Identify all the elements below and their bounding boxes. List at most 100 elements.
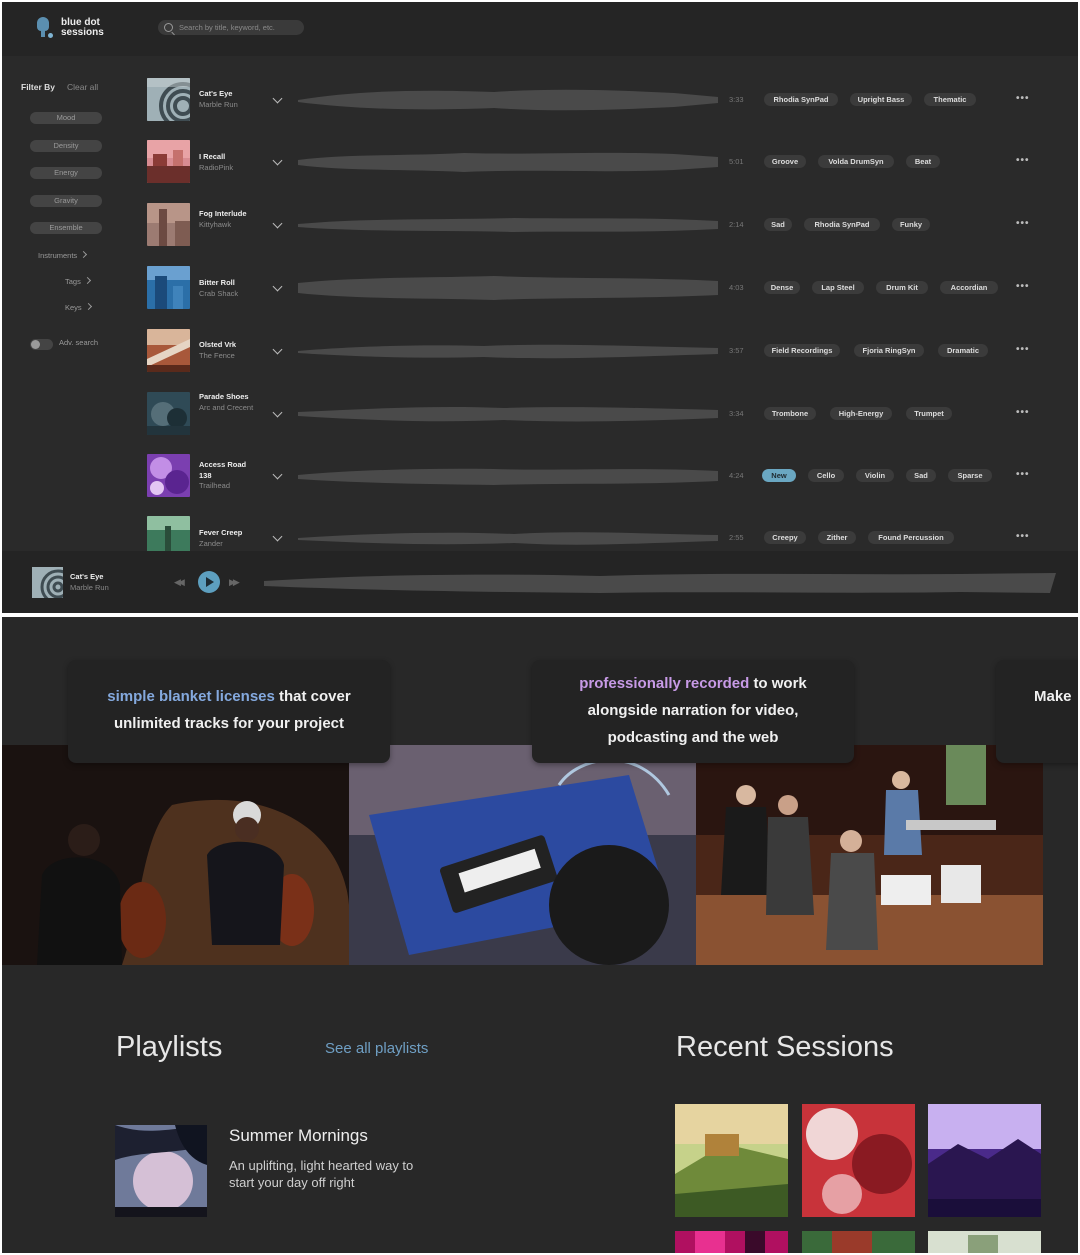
track-title[interactable]: I Recall: [199, 152, 259, 163]
session-cover[interactable]: [675, 1104, 788, 1217]
track-title[interactable]: Access Road 138: [199, 460, 259, 481]
track-artist[interactable]: Crab Shack: [199, 289, 259, 300]
track-artist[interactable]: Zander: [199, 539, 259, 550]
card-text: podcasting and the web: [607, 729, 779, 746]
waveform[interactable]: [294, 83, 720, 117]
tag-chip[interactable]: Dramatic: [938, 344, 988, 357]
playlist-cover[interactable]: [115, 1125, 207, 1217]
waveform[interactable]: [294, 145, 720, 179]
track-artist[interactable]: Kittyhawk: [199, 220, 259, 231]
chevron-down-icon[interactable]: [272, 531, 283, 542]
tag-chip[interactable]: Thematic: [924, 93, 976, 106]
waveform[interactable]: [294, 521, 720, 555]
tag-chip[interactable]: High-Energy: [830, 407, 892, 420]
tag-chip[interactable]: Groove: [764, 155, 806, 168]
chevron-down-icon[interactable]: [272, 469, 283, 480]
search-bar[interactable]: [158, 20, 304, 35]
tag-chip[interactable]: Lap Steel: [812, 281, 864, 294]
tag-chip[interactable]: Cello: [808, 469, 844, 482]
waveform[interactable]: [294, 334, 720, 368]
track-row[interactable]: Fog Interlude Kittyhawk 2:14 Sad Rhodia …: [2, 203, 1078, 263]
tag-chip[interactable]: Rhodia SynPad: [764, 93, 838, 106]
track-row[interactable]: Access Road 138 Trailhead 4:24 New Cello…: [2, 454, 1078, 514]
tag-chip[interactable]: Dense: [764, 281, 800, 294]
now-playing-artist[interactable]: Marble Run: [70, 583, 109, 592]
feature-card-recorded: professionally recorded to work alongsid…: [532, 660, 854, 763]
more-options-icon[interactable]: •••: [1016, 218, 1030, 229]
album-art: [147, 266, 190, 309]
session-cover[interactable]: [675, 1231, 788, 1253]
track-artist[interactable]: Trailhead: [199, 481, 259, 492]
tag-chip[interactable]: Rhodia SynPad: [804, 218, 880, 231]
track-title[interactable]: Parade Shoes: [199, 392, 259, 403]
tag-chip[interactable]: Field Recordings: [764, 344, 840, 357]
search-input[interactable]: [179, 23, 297, 32]
track-duration: 2:14: [729, 220, 744, 229]
tag-chip[interactable]: Drum Kit: [876, 281, 928, 294]
tag-chip[interactable]: Creepy: [764, 531, 806, 544]
chevron-down-icon[interactable]: [272, 281, 283, 292]
track-title[interactable]: Bitter Roll: [199, 278, 259, 289]
session-cover[interactable]: [802, 1231, 915, 1253]
card-text: Make: [1034, 688, 1072, 705]
more-options-icon[interactable]: •••: [1016, 531, 1030, 542]
track-title[interactable]: Cat's Eye: [199, 89, 259, 100]
see-all-playlists-link[interactable]: See all playlists: [325, 1040, 428, 1057]
tag-chip[interactable]: Zither: [818, 531, 856, 544]
tag-chip[interactable]: Volda DrumSyn: [818, 155, 894, 168]
more-options-icon[interactable]: •••: [1016, 93, 1030, 104]
tag-chip[interactable]: Trombone: [764, 407, 816, 420]
more-options-icon[interactable]: •••: [1016, 155, 1030, 166]
track-artist[interactable]: The Fence: [199, 351, 259, 362]
waveform[interactable]: [294, 208, 720, 242]
tag-chip[interactable]: Beat: [906, 155, 940, 168]
chevron-down-icon[interactable]: [272, 155, 283, 166]
session-cover[interactable]: [802, 1104, 915, 1217]
track-artist[interactable]: Arc and Crecent: [199, 403, 259, 414]
previous-icon[interactable]: ◀◀: [174, 577, 185, 588]
card-highlight: simple blanket licenses: [107, 688, 275, 705]
track-title[interactable]: Olsted Vrk: [199, 340, 259, 351]
chevron-down-icon[interactable]: [272, 218, 283, 229]
track-title[interactable]: Fog Interlude: [199, 209, 259, 220]
chevron-down-icon[interactable]: [272, 344, 283, 355]
new-badge[interactable]: New: [762, 469, 796, 482]
tag-chip[interactable]: Fjoria RingSyn: [854, 344, 924, 357]
now-playing-title[interactable]: Cat's Eye: [70, 572, 103, 581]
tag-chip[interactable]: Trumpet: [906, 407, 952, 420]
playlist-title[interactable]: Summer Mornings: [229, 1126, 368, 1146]
tag-chip[interactable]: Found Percussion: [868, 531, 954, 544]
tag-chip[interactable]: Sad: [764, 218, 792, 231]
session-cover[interactable]: [928, 1104, 1041, 1217]
waveform[interactable]: [294, 271, 720, 305]
logo[interactable]: blue dot sessions: [34, 16, 104, 40]
track-row[interactable]: Bitter Roll Crab Shack 4:03 Dense Lap St…: [2, 266, 1078, 326]
tag-chip[interactable]: Sad: [906, 469, 936, 482]
tag-chip[interactable]: Accordian: [940, 281, 998, 294]
more-options-icon[interactable]: •••: [1016, 469, 1030, 480]
more-options-icon[interactable]: •••: [1016, 344, 1030, 355]
chevron-down-icon[interactable]: [272, 407, 283, 418]
play-button[interactable]: [198, 571, 220, 593]
tag-chip[interactable]: Violin: [856, 469, 894, 482]
waveform[interactable]: [294, 397, 720, 431]
player-waveform[interactable]: [260, 565, 1060, 601]
track-row[interactable]: Olsted Vrk The Fence 3:57 Field Recordin…: [2, 329, 1078, 389]
track-artist[interactable]: RadioPink: [199, 163, 259, 174]
more-options-icon[interactable]: •••: [1016, 281, 1030, 292]
track-row[interactable]: Parade Shoes Arc and Crecent 3:34 Trombo…: [2, 392, 1078, 452]
waveform[interactable]: [294, 459, 720, 493]
next-icon[interactable]: ▶▶: [229, 577, 240, 588]
album-art: [147, 140, 190, 183]
track-artist[interactable]: Marble Run: [199, 100, 259, 111]
more-options-icon[interactable]: •••: [1016, 407, 1030, 418]
tag-chip[interactable]: Sparse: [948, 469, 992, 482]
album-art: [147, 203, 190, 246]
chevron-down-icon[interactable]: [272, 93, 283, 104]
track-row[interactable]: Cat's Eye Marble Run 3:33 Rhodia SynPad …: [2, 78, 1078, 138]
track-row[interactable]: I Recall RadioPink 5:01 Groove Volda Dru…: [2, 140, 1078, 200]
track-title[interactable]: Fever Creep: [199, 528, 259, 539]
tag-chip[interactable]: Upright Bass: [850, 93, 912, 106]
session-cover[interactable]: [928, 1231, 1041, 1253]
tag-chip[interactable]: Funky: [892, 218, 930, 231]
